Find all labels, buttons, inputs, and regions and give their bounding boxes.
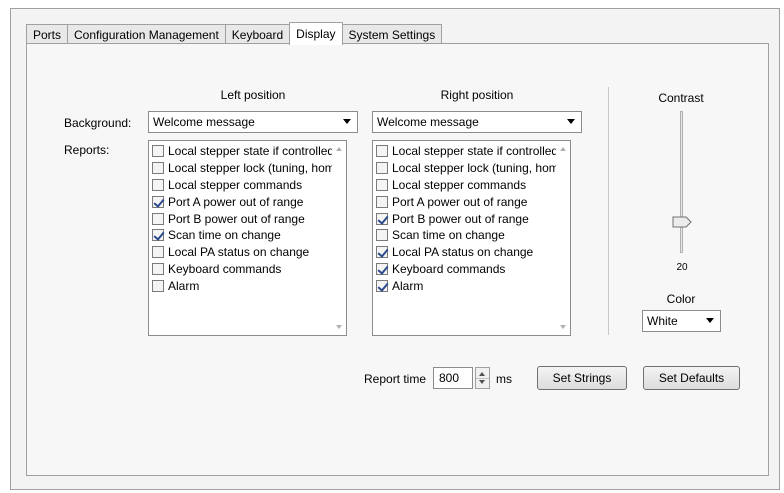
item-label: Alarm (168, 278, 200, 293)
report-time-unit: ms (496, 372, 512, 386)
list-item[interactable]: Local stepper commands (149, 177, 346, 194)
item-label: Keyboard commands (392, 261, 506, 276)
color-value: White (647, 314, 678, 328)
list-item[interactable]: Local PA status on change (149, 244, 346, 261)
item-label: Local stepper state if controlled (392, 144, 559, 159)
right-position-heading: Right position (440, 88, 514, 102)
item-label: Scan time on change (168, 228, 281, 243)
scroll-down-icon[interactable] (560, 325, 566, 329)
checkbox[interactable] (376, 162, 388, 175)
item-label: Port B power out of range (392, 211, 529, 226)
item-label: Scan time on change (392, 228, 505, 243)
checkbox[interactable] (376, 279, 388, 292)
report-time-input[interactable]: 800 (433, 367, 473, 389)
color-dropdown[interactable]: White (642, 310, 721, 332)
reports-label: Reports: (64, 143, 110, 157)
list-item[interactable]: Port B power out of range (373, 210, 570, 227)
right-reports-items: Local stepper state if controlled Local … (373, 141, 570, 294)
list-item[interactable]: Local stepper lock (tuning, home (373, 160, 570, 177)
right-reports-list[interactable]: Local stepper state if controlled Local … (372, 140, 571, 336)
chevron-down-icon (343, 119, 351, 124)
chevron-down-icon (706, 318, 714, 323)
checkbox[interactable] (152, 212, 164, 225)
item-label: Local stepper commands (168, 177, 303, 192)
checkbox[interactable] (152, 279, 164, 292)
list-item[interactable]: Scan time on change (373, 227, 570, 244)
right-background-dropdown[interactable]: Welcome message (372, 111, 582, 133)
tab-system-settings[interactable]: System Settings (341, 24, 443, 44)
spin-down-icon[interactable] (479, 380, 485, 384)
checkbox[interactable] (376, 229, 388, 242)
item-label: Alarm (392, 278, 424, 293)
left-background-value: Welcome message (153, 115, 255, 129)
list-item[interactable]: Alarm (149, 277, 346, 294)
contrast-slider-track[interactable] (680, 111, 683, 253)
report-time-spinner[interactable] (475, 367, 490, 389)
item-label: Local PA status on change (168, 245, 310, 260)
left-position-heading: Left position (220, 88, 286, 102)
list-item[interactable]: Local stepper state if controlled (373, 143, 570, 160)
item-label: Port A power out of range (392, 194, 528, 209)
chevron-down-icon (567, 119, 575, 124)
list-item[interactable]: Local stepper commands (373, 177, 570, 194)
list-item[interactable]: Local stepper lock (tuning, home (149, 160, 346, 177)
checkbox[interactable] (376, 262, 388, 275)
checkbox[interactable] (376, 195, 388, 208)
checkbox[interactable] (376, 178, 388, 191)
report-time-label: Report time (364, 372, 427, 386)
checkbox[interactable] (152, 178, 164, 191)
tab-ports[interactable]: Ports (26, 24, 69, 44)
tab-keyboard[interactable]: Keyboard (224, 24, 291, 44)
checkbox[interactable] (152, 162, 164, 175)
vertical-separator (608, 87, 609, 335)
background-label: Background: (64, 116, 132, 130)
report-time-value: 800 (439, 371, 460, 385)
item-label: Local stepper commands (392, 177, 527, 192)
scrollbar[interactable] (556, 141, 570, 335)
contrast-label: Contrast (658, 91, 704, 105)
scrollbar[interactable] (332, 141, 346, 335)
item-label: Local PA status on change (392, 245, 534, 260)
checkbox[interactable] (152, 195, 164, 208)
checkbox[interactable] (376, 246, 388, 259)
set-defaults-button[interactable]: Set Defaults (643, 366, 740, 390)
item-label: Local stepper lock (tuning, home (168, 161, 342, 176)
list-item[interactable]: Alarm (373, 277, 570, 294)
list-item[interactable]: Keyboard commands (149, 261, 346, 278)
left-background-dropdown[interactable]: Welcome message (148, 111, 358, 133)
list-item[interactable]: Local PA status on change (373, 244, 570, 261)
item-label: Port A power out of range (168, 194, 304, 209)
item-label: Port B power out of range (168, 211, 305, 226)
scroll-down-icon[interactable] (336, 325, 342, 329)
list-item[interactable]: Port B power out of range (149, 210, 346, 227)
tab-display[interactable]: Display (289, 22, 343, 45)
scroll-up-icon[interactable] (336, 147, 342, 151)
list-item[interactable]: Local stepper state if controlled (149, 143, 346, 160)
contrast-slider-thumb[interactable] (672, 216, 692, 228)
item-label: Local stepper lock (tuning, home (392, 161, 566, 176)
color-label: Color (666, 292, 696, 306)
set-strings-button[interactable]: Set Strings (537, 366, 627, 390)
list-item[interactable]: Keyboard commands (373, 261, 570, 278)
checkbox[interactable] (376, 145, 388, 158)
item-label: Local stepper state if controlled (168, 144, 335, 159)
left-reports-list[interactable]: Local stepper state if controlled Local … (148, 140, 347, 336)
spin-up-icon[interactable] (479, 372, 485, 376)
list-item[interactable]: Port A power out of range (149, 193, 346, 210)
item-label: Keyboard commands (168, 261, 282, 276)
checkbox[interactable] (376, 212, 388, 225)
tab-configuration-management[interactable]: Configuration Management (67, 24, 226, 44)
spinner-divider (476, 378, 489, 379)
checkbox[interactable] (152, 262, 164, 275)
right-background-value: Welcome message (377, 115, 479, 129)
checkbox[interactable] (152, 229, 164, 242)
list-item[interactable]: Scan time on change (149, 227, 346, 244)
checkbox[interactable] (152, 246, 164, 259)
checkbox[interactable] (152, 145, 164, 158)
tab-bar: Ports Configuration Management Keyboard … (26, 22, 443, 45)
scroll-up-icon[interactable] (560, 147, 566, 151)
list-item[interactable]: Port A power out of range (373, 193, 570, 210)
left-reports-items: Local stepper state if controlled Local … (149, 141, 346, 294)
contrast-value: 20 (676, 262, 688, 273)
